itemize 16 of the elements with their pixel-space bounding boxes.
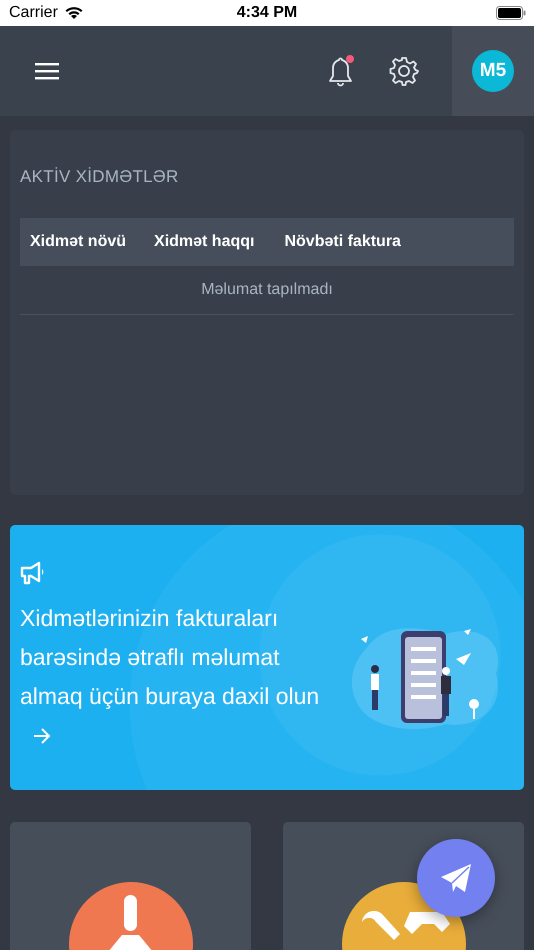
carrier-label: Carrier <box>9 4 58 22</box>
paper-plane-icon <box>439 862 473 894</box>
column-header: Xidmət növü <box>30 233 126 251</box>
user-avatar[interactable]: M5 <box>472 50 514 92</box>
arrow-icon <box>32 726 52 744</box>
column-header: Növbəti faktura <box>284 233 401 251</box>
menu-icon[interactable] <box>35 62 59 80</box>
banner-text: Xidmətlərinizin fakturaları barəsində ətraflı məlumat almaq üçün buraya daxil olun <box>20 604 320 708</box>
column-header: Xidmət haqqı <box>154 233 254 251</box>
battery-icon <box>496 6 526 20</box>
clock-time: 4:34 PM <box>236 4 298 22</box>
info-banner[interactable]: Xidmətlərinizin fakturaları barəsində ətraflı məlumat almaq üçün buraya daxil olun <box>10 525 524 790</box>
settings-icon[interactable] <box>389 56 419 86</box>
card-title: AKTİV XİDMƏTLƏR <box>20 167 180 187</box>
wifi-icon <box>64 6 84 20</box>
empty-message: Məlumat tapılmadı <box>201 281 333 299</box>
